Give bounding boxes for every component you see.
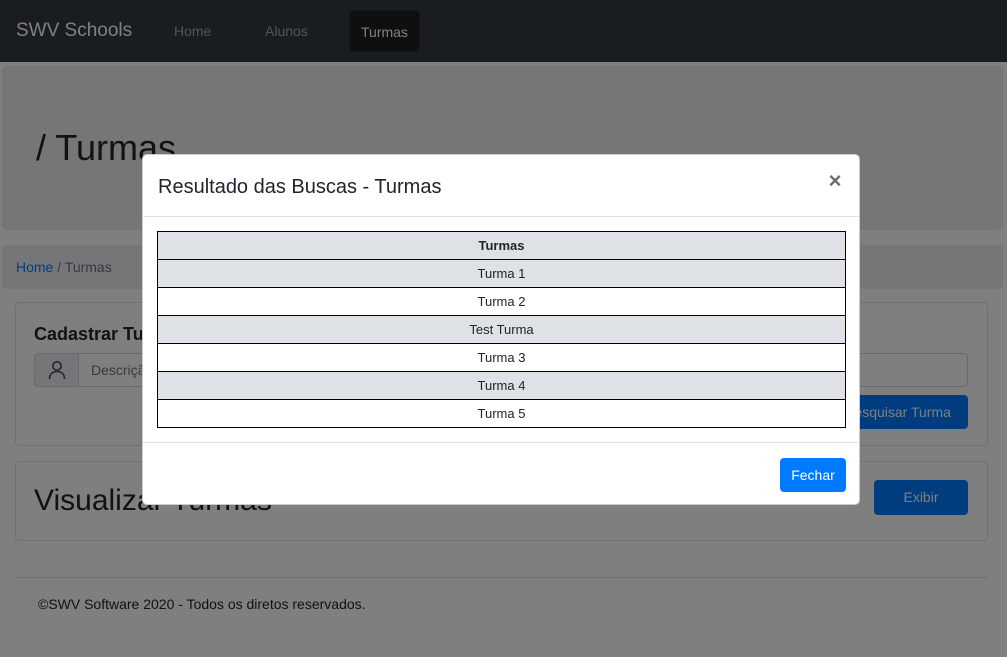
- table-row: Turma 5: [157, 399, 846, 428]
- table-cell: Turma 2: [157, 287, 846, 316]
- close-modal-button[interactable]: Fechar: [780, 458, 846, 492]
- search-results-modal: Resultado das Buscas - Turmas × Turmas T…: [142, 154, 860, 505]
- table-cell: Turma 3: [157, 343, 846, 372]
- results-table: Turmas Turma 1 Turma 2 Test Turma Turma …: [157, 231, 846, 428]
- table-cell: Turma 4: [157, 371, 846, 400]
- close-icon[interactable]: ×: [825, 169, 845, 193]
- table-cell: Test Turma: [157, 315, 846, 344]
- table-row: Test Turma: [157, 315, 846, 344]
- modal-title: Resultado das Buscas - Turmas: [158, 176, 442, 198]
- table-row: Turma 4: [157, 371, 846, 400]
- table-cell: Turma 5: [157, 399, 846, 428]
- modal-footer: Fechar: [143, 442, 859, 504]
- table-row: Turma 3: [157, 343, 846, 372]
- table-row: Turma 2: [157, 287, 846, 316]
- table-cell: Turma 1: [157, 259, 846, 288]
- table-row: Turma 1: [157, 259, 846, 288]
- modal-header: Resultado das Buscas - Turmas ×: [143, 155, 859, 217]
- table-header-turmas: Turmas: [157, 231, 846, 260]
